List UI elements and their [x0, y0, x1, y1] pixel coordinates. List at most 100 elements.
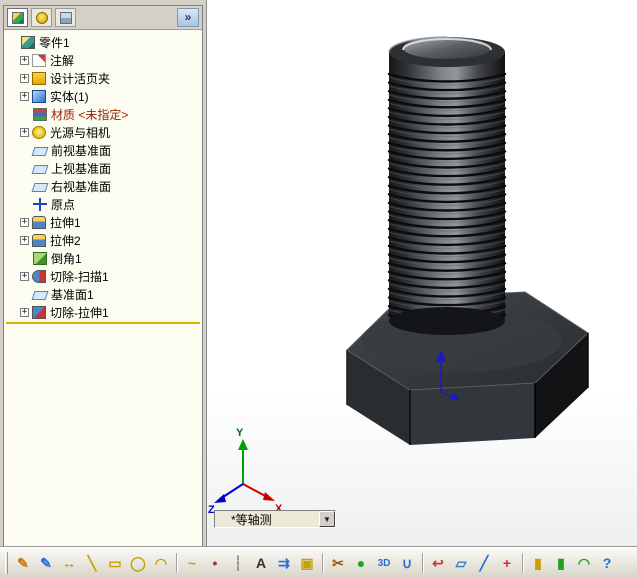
- exit-sketch-icon[interactable]: ↩: [427, 552, 449, 574]
- plane-icon: [31, 182, 49, 192]
- tree-item-part-root[interactable]: 零件1: [4, 33, 202, 51]
- bolt-cap[interactable]: [388, 36, 505, 67]
- expander-icon[interactable]: +: [20, 235, 29, 245]
- help-icon[interactable]: ?: [596, 552, 618, 574]
- extrude-boss-icon[interactable]: ▮: [527, 552, 549, 574]
- tree-item-origin[interactable]: 原点: [4, 195, 202, 213]
- plane-icon: [31, 146, 49, 156]
- tree-item-label: 零件1: [39, 35, 70, 50]
- panel-tab-bar: »: [4, 6, 202, 30]
- tree-item-chamfer1[interactable]: 倒角1: [4, 249, 202, 267]
- fillet-icon[interactable]: ◠: [573, 552, 595, 574]
- toolbar-icons: ✎ ✎ ↔ ╲ ▭ ◯ ◠ ~ • ┆ A ⇉ ▣ ✂ ● 3D ∪ ↩ ▱ ╱ + ▮ ▮ ◠?: [12, 552, 618, 574]
- toolbar-separator: [322, 553, 323, 573]
- convert-entities-icon[interactable]: ⇉: [273, 552, 295, 574]
- tree-item-label: 上视基准面: [51, 161, 112, 176]
- line-icon[interactable]: ╲: [81, 552, 103, 574]
- toolbar-separator: [522, 553, 523, 573]
- trim-icon[interactable]: ✂: [327, 552, 349, 574]
- feature-manager-panel: » 零件1 + 注解 + 设计活页夹 + 实体(1) 材质 <未指定> + 光源与相机前视基准面上…: [3, 5, 203, 547]
- tree-item-top-plane[interactable]: 上视基准面: [4, 159, 202, 177]
- spline-icon[interactable]: ~: [181, 552, 203, 574]
- toolbar-separator: [176, 553, 177, 573]
- coordinate-system-icon[interactable]: +: [496, 552, 518, 574]
- sphere-icon[interactable]: ●: [350, 552, 372, 574]
- 3d-sketch-icon[interactable]: ✎: [35, 552, 57, 574]
- tree-item-plane1[interactable]: 基准面1: [4, 285, 202, 303]
- tree-item-label: 设计活页夹: [50, 71, 111, 86]
- expander-icon[interactable]: +: [20, 73, 29, 83]
- sketch-toolbar: ✎ ✎ ↔ ╲ ▭ ◯ ◠ ~ • ┆ A ⇉ ▣ ✂ ● 3D ∪ ↩ ▱ ╱ + ▮ ▮ ◠?: [0, 547, 637, 578]
- tree-item-design-binder[interactable]: + 设计活页夹: [4, 69, 202, 87]
- feature-tree: 零件1 + 注解 + 设计活页夹 + 实体(1) 材质 <未指定> + 光源与相机前视基准面上视基…: [4, 30, 202, 546]
- solid-bodies-icon: [32, 89, 46, 103]
- tree-item-label: 原点: [51, 197, 76, 212]
- expander-icon[interactable]: +: [20, 55, 29, 65]
- tree-item-annotations[interactable]: + 注解: [4, 51, 202, 69]
- tree-item-label: 光源与相机: [50, 125, 111, 140]
- view-orientation-combo[interactable]: *等轴测 ▼: [214, 510, 336, 528]
- arc-icon[interactable]: ◠: [150, 552, 172, 574]
- tree-item-right-plane[interactable]: 右视基准面: [4, 177, 202, 195]
- tree-item-label: 切除-拉伸1: [50, 305, 109, 320]
- expander-icon[interactable]: +: [20, 91, 29, 101]
- expander-icon[interactable]: +: [20, 271, 29, 281]
- tree-item-label: 基准面1: [51, 287, 94, 302]
- tree-item-label: 注解: [50, 53, 75, 68]
- material-icon: [33, 107, 47, 121]
- extrude-cut-icon[interactable]: ▮: [550, 552, 572, 574]
- tree-item-cut-sweep1[interactable]: + 切除-扫描1: [4, 267, 202, 285]
- tree-item-lights-cameras[interactable]: + 光源与相机: [4, 123, 202, 141]
- propertymanager-tab[interactable]: [31, 8, 52, 27]
- mirror-icon[interactable]: ▣: [296, 552, 318, 574]
- panel-expand-chevron-icon[interactable]: »: [177, 8, 199, 27]
- toolbar-separator: [422, 553, 423, 573]
- model-scene-svg: Y X Z: [208, 36, 589, 516]
- tree-item-material[interactable]: 材质 <未指定>: [4, 105, 202, 123]
- tree-item-label: 材质 <未指定>: [51, 107, 129, 122]
- toolbar-grip[interactable]: [5, 552, 8, 574]
- circle-icon[interactable]: ◯: [127, 552, 149, 574]
- expander-icon[interactable]: +: [20, 307, 29, 317]
- origin-icon: [33, 197, 47, 211]
- featuremanager-tree-icon: [11, 11, 24, 24]
- chamfer-icon: [33, 251, 47, 265]
- sketch-icon[interactable]: ✎: [12, 552, 34, 574]
- tree-item-label: 拉伸1: [50, 215, 81, 230]
- bolt-shaft[interactable]: [387, 52, 507, 335]
- tree-item-solid-bodies[interactable]: + 实体(1): [4, 87, 202, 105]
- tree-item-label: 实体(1): [50, 89, 89, 104]
- smart-dimension-icon[interactable]: ↔: [58, 552, 80, 574]
- plane-icon[interactable]: ▱: [450, 552, 472, 574]
- axis-icon[interactable]: ╱: [473, 552, 495, 574]
- cut-extrude-icon: [32, 305, 46, 319]
- rollback-bar[interactable]: [6, 322, 200, 324]
- plane-icon: [31, 290, 49, 300]
- configurationmanager-tab[interactable]: [55, 8, 76, 27]
- graphics-viewport[interactable]: Y X Z *等轴测 ▼: [206, 0, 637, 547]
- expander-icon[interactable]: +: [20, 127, 29, 137]
- dropdown-arrow-icon[interactable]: ▼: [319, 511, 335, 527]
- triad-y-label: Y: [236, 427, 244, 439]
- u-shape-icon[interactable]: ∪: [396, 552, 418, 574]
- tree-item-extrude1[interactable]: + 拉伸1: [4, 213, 202, 231]
- centerline-icon[interactable]: ┆: [227, 552, 249, 574]
- tree-item-front-plane[interactable]: 前视基准面: [4, 141, 202, 159]
- configurationmanager-icon: [59, 11, 72, 24]
- extrude-icon: [32, 233, 46, 247]
- text-icon[interactable]: A: [250, 552, 272, 574]
- rectangle-icon[interactable]: ▭: [104, 552, 126, 574]
- featuremanager-tab[interactable]: [7, 8, 28, 27]
- solidworks-window: » 零件1 + 注解 + 设计活页夹 + 实体(1) 材质 <未指定> + 光源与相机前视基准面上…: [0, 0, 637, 578]
- view-orientation-label: *等轴测: [231, 512, 272, 527]
- propertymanager-icon: [35, 11, 48, 24]
- design-binder-icon: [32, 71, 46, 85]
- tree-item-cut-extrude1[interactable]: + 切除-拉伸1: [4, 303, 202, 321]
- tree-item-label: 切除-扫描1: [50, 269, 109, 284]
- tree-item-extrude2[interactable]: + 拉伸2: [4, 231, 202, 249]
- plane-icon: [31, 164, 49, 174]
- tree-item-label: 前视基准面: [51, 143, 112, 158]
- expander-icon[interactable]: +: [20, 217, 29, 227]
- 3d-view-icon[interactable]: 3D: [373, 552, 395, 574]
- point-icon[interactable]: •: [204, 552, 226, 574]
